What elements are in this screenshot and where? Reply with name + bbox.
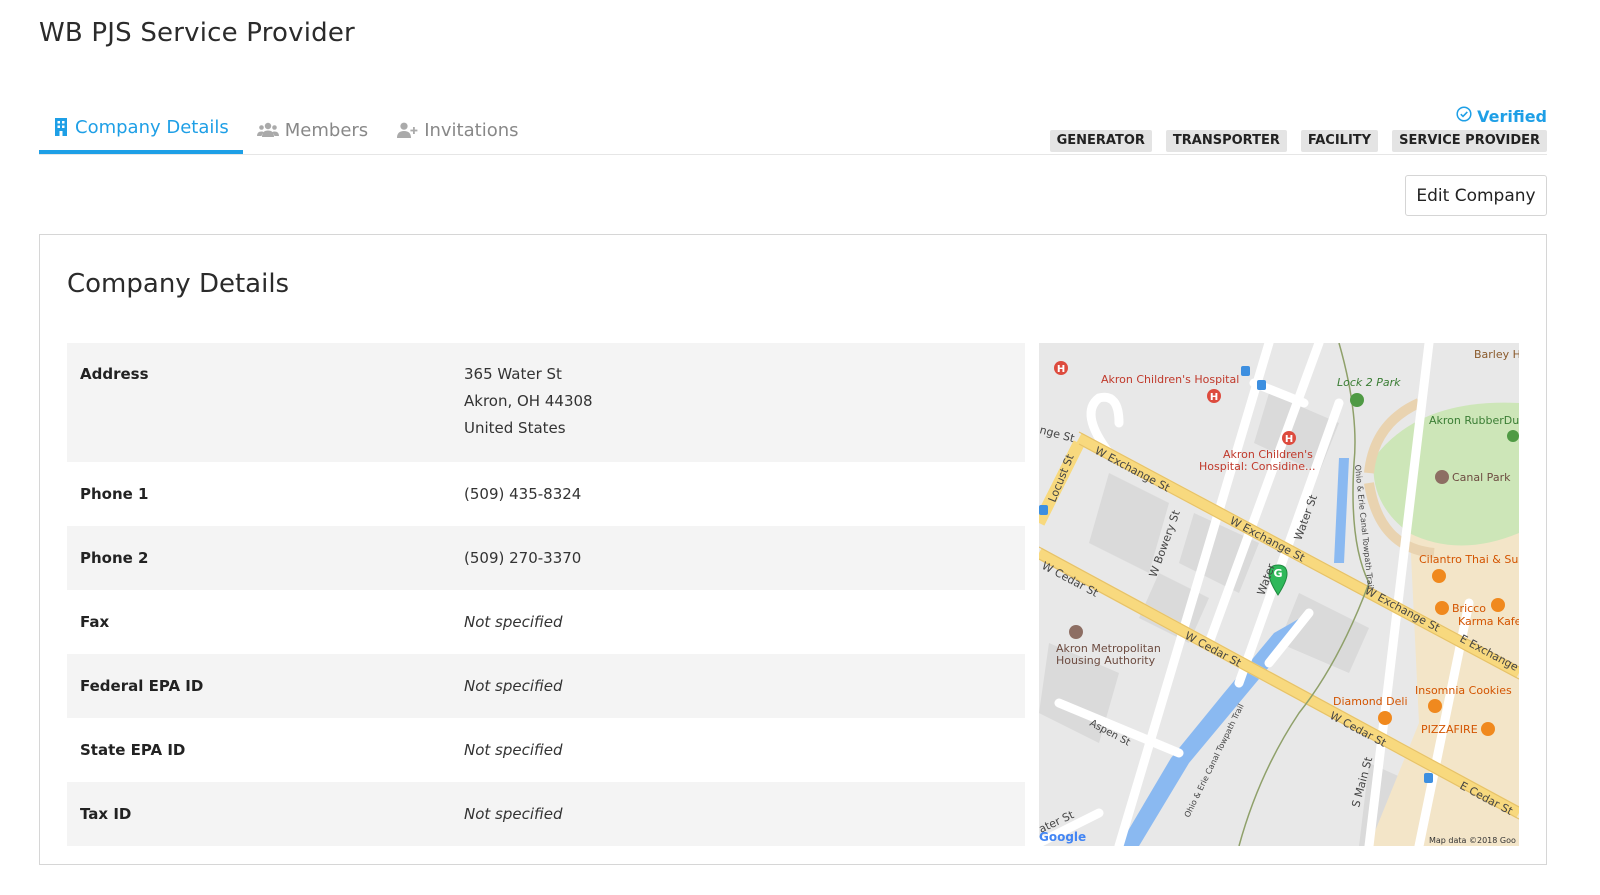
edit-company-button[interactable]: Edit Company [1405, 175, 1547, 216]
place-label: Cilantro Thai & Sus [1419, 553, 1519, 566]
tab-invitations[interactable]: Invitations [382, 108, 532, 152]
address-line-1: 365 Water St [464, 365, 562, 383]
address-value: 365 Water St Akron, OH 44308 United Stat… [464, 361, 593, 462]
map-attribution[interactable]: Map data ©2018 Goo [1429, 836, 1516, 845]
page-title: WB PJS Service Provider [39, 18, 355, 48]
place-label: Housing Authority [1056, 654, 1156, 667]
place-label: Diamond Deli [1333, 695, 1408, 708]
role-badge-facility: FACILITY [1300, 130, 1379, 152]
place-label: Akron Children's Hospital [1101, 373, 1239, 386]
tab-label: Company Details [75, 116, 229, 138]
detail-row-phone-1: Phone 1 (509) 435-8324 [67, 462, 1025, 526]
tab-company-details[interactable]: Company Details [39, 108, 243, 154]
svg-text:H: H [1285, 434, 1293, 445]
detail-row-phone-2: Phone 2 (509) 270-3370 [67, 526, 1025, 590]
address-line-3: United States [464, 419, 566, 437]
place-label: Bricco [1452, 602, 1486, 615]
details-table: Address 365 Water St Akron, OH 44308 Uni… [67, 343, 1025, 846]
detail-value: Not specified [464, 804, 563, 823]
role-badge-service-provider: SERVICE PROVIDER [1392, 130, 1547, 152]
svg-text:H: H [1210, 392, 1218, 403]
google-logo: Google [1039, 830, 1086, 844]
role-badge-generator: GENERATOR [1049, 130, 1152, 152]
detail-value: Not specified [464, 740, 563, 759]
address-line-2: Akron, OH 44308 [464, 392, 593, 410]
tab-label: Invitations [424, 119, 519, 141]
detail-value: Not specified [464, 612, 563, 631]
tab-label: Members [284, 119, 369, 141]
check-circle-icon [1456, 106, 1472, 126]
place-label: Lock 2 Park [1337, 376, 1401, 389]
svg-text:H: H [1057, 364, 1065, 375]
place-label: Canal Park [1452, 471, 1511, 484]
detail-row-tax-id: Tax ID Not specified [67, 782, 1025, 846]
role-badges: GENERATOR TRANSPORTER FACILITY SERVICE P… [1049, 130, 1547, 152]
company-details-card: Company Details Address 365 Water St Akr… [39, 234, 1547, 865]
tabs-divider [39, 154, 1547, 155]
detail-label: State EPA ID [80, 741, 186, 759]
detail-row-federal-epa-id: Federal EPA ID Not specified [67, 654, 1025, 718]
place-label: PIZZAFIRE [1421, 723, 1478, 736]
building-icon [53, 118, 69, 136]
user-plus-icon [396, 122, 418, 138]
verified-status: Verified [1456, 106, 1547, 126]
verified-label: Verified [1477, 106, 1547, 126]
detail-row-state-epa-id: State EPA ID Not specified [67, 718, 1025, 782]
detail-label: Phone 1 [80, 485, 149, 503]
detail-value: (509) 435-8324 [464, 484, 582, 503]
tab-bar: Company Details Members Invitations [39, 108, 533, 154]
location-map[interactable]: H H H G W Exchange St W Exchange St W Ex… [1039, 343, 1519, 846]
detail-label: Federal EPA ID [80, 677, 204, 695]
detail-value: (509) 270-3370 [464, 548, 582, 567]
place-label: Akron RubberDuc [1429, 414, 1519, 427]
detail-value: Not specified [464, 676, 563, 695]
card-title: Company Details [67, 269, 290, 299]
tab-members[interactable]: Members [243, 108, 382, 152]
users-icon [256, 122, 279, 138]
detail-label: Fax [80, 613, 110, 631]
place-label: Insomnia Cookies [1415, 684, 1512, 697]
detail-row-fax: Fax Not specified [67, 590, 1025, 654]
detail-label: Address [80, 365, 149, 383]
place-label: Barley H [1474, 348, 1519, 361]
detail-label: Tax ID [80, 805, 132, 823]
place-label: Hospital: Considine... [1199, 460, 1316, 473]
map-canvas: H H H G W Exchange St W Exchange St W Ex… [1039, 343, 1519, 846]
detail-label: Phone 2 [80, 549, 149, 567]
place-label: Karma Kafe [1458, 615, 1519, 628]
detail-row-address: Address 365 Water St Akron, OH 44308 Uni… [67, 343, 1025, 462]
role-badge-transporter: TRANSPORTER [1165, 130, 1287, 152]
